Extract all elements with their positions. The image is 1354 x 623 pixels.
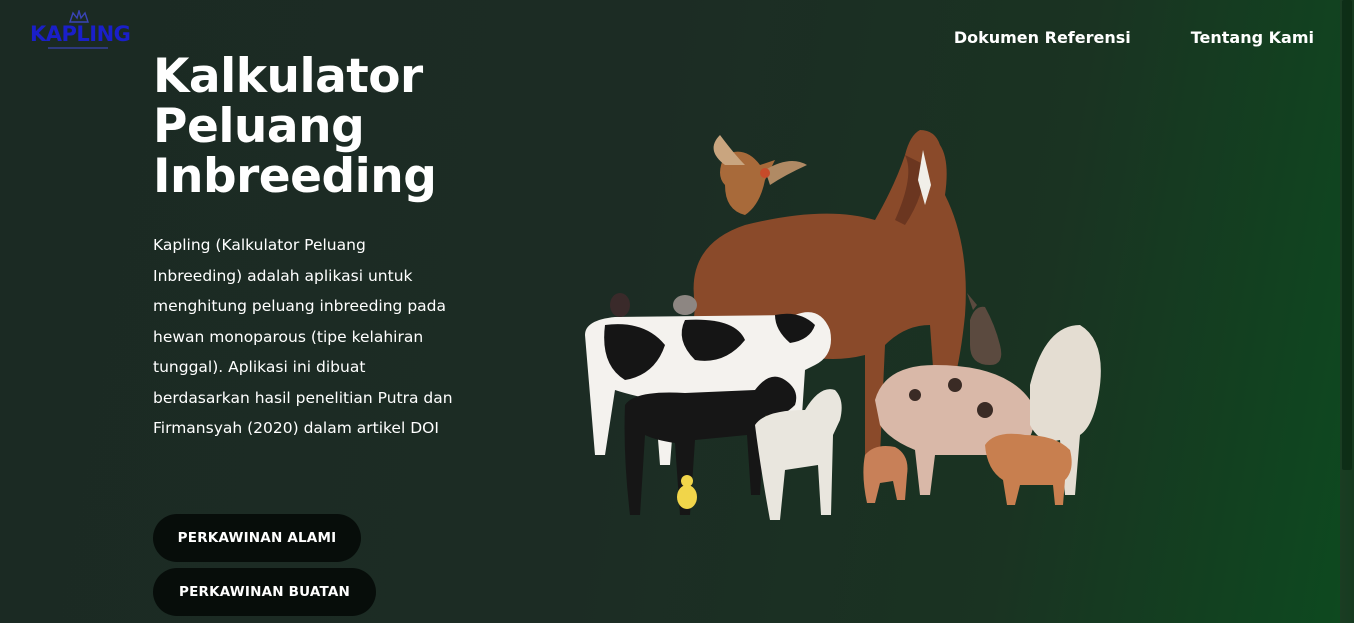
page-title: Kalkulator Peluang Inbreeding	[153, 49, 437, 204]
small-birds-figure	[610, 293, 697, 317]
scrollbar-track[interactable]	[1340, 0, 1354, 623]
hero-description: Kapling (Kalkulator Peluang Inbreeding) …	[153, 236, 453, 437]
logo-text: KAPLING	[30, 22, 131, 46]
chicken-figure	[713, 135, 807, 215]
natural-breeding-button[interactable]: PERKAWINAN ALAMI	[153, 514, 361, 562]
scrollbar-thumb[interactable]	[1342, 0, 1352, 470]
nav-link-tentang-kami[interactable]: Tentang Kami	[1191, 28, 1314, 47]
artificial-breeding-button[interactable]: PERKAWINAN BUATAN	[153, 568, 376, 616]
logo-tagline	[48, 47, 108, 49]
farm-animals-illustration	[585, 130, 1101, 520]
main-nav: Dokumen Referensi Tentang Kami	[954, 28, 1314, 47]
nav-link-dokumen-referensi[interactable]: Dokumen Referensi	[954, 28, 1131, 47]
brand-logo[interactable]: KAPLING	[28, 10, 131, 54]
rabbit-figure	[967, 293, 1002, 365]
